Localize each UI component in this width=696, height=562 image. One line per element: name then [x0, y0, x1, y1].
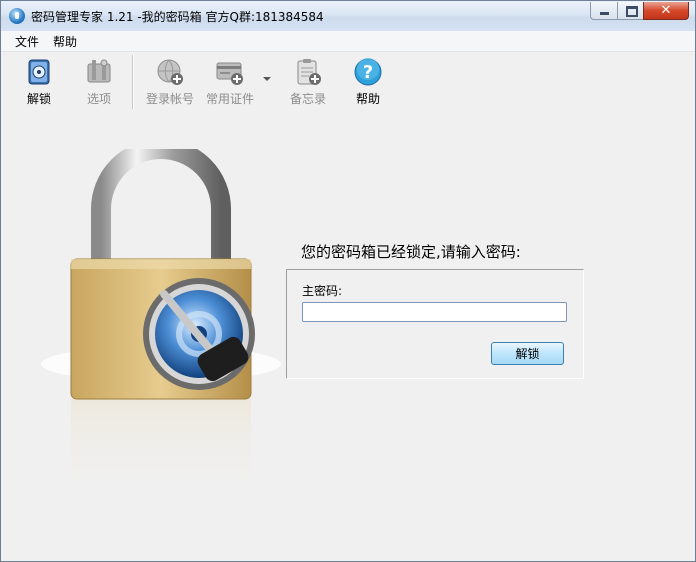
documents-tool-button[interactable]: 常用证件: [200, 52, 260, 110]
dropdown-arrow-icon[interactable]: [263, 77, 271, 81]
tools-icon: [87, 59, 111, 83]
password-label: 主密码:: [302, 284, 343, 298]
window-title: 密码管理专家 1.21 -我的密码箱 官方Q群:181384584: [31, 10, 324, 24]
locked-prompt: 您的密码箱已经锁定,请输入密码:: [301, 243, 521, 261]
close-icon: ✕: [660, 3, 672, 18]
globe-add-icon: [157, 59, 183, 85]
login-panel: 主密码: 解锁: [286, 269, 584, 379]
menu-bar: 文件 帮助: [1, 31, 695, 52]
toolbar: 解锁 选项 登录帐号 常用证件 备忘录 ? 帮助: [1, 52, 695, 112]
app-window: 密码管理专家 1.21 -我的密码箱 官方Q群:181384584 ✕ 文件 帮…: [0, 0, 696, 562]
help-tool-button[interactable]: ? 帮助: [338, 52, 398, 110]
toolbar-separator: [132, 55, 134, 109]
safe-icon: [28, 59, 50, 85]
documents-tool-label: 常用证件: [205, 92, 254, 106]
menu-file[interactable]: 文件: [13, 33, 41, 50]
login-account-tool-button[interactable]: 登录帐号: [140, 52, 200, 110]
card-add-icon: [216, 62, 243, 85]
help-icon: ?: [354, 58, 382, 86]
unlock-tool-button[interactable]: 解锁: [9, 52, 69, 110]
help-tool-label: 帮助: [355, 92, 380, 106]
login-account-tool-label: 登录帐号: [145, 92, 194, 106]
unlock-button[interactable]: 解锁: [491, 342, 564, 365]
memo-tool-label: 备忘录: [289, 92, 326, 106]
master-password-input[interactable]: [302, 302, 567, 322]
app-logo-icon: [9, 8, 25, 24]
options-tool-label: 选项: [86, 92, 111, 106]
title-bar[interactable]: 密码管理专家 1.21 -我的密码箱 官方Q群:181384584 ✕: [1, 1, 695, 31]
close-button[interactable]: ✕: [643, 2, 689, 20]
padlock-illustration: [41, 149, 281, 499]
unlock-tool-label: 解锁: [26, 92, 51, 106]
main-content: 您的密码箱已经锁定,请输入密码: 主密码: 解锁: [1, 113, 695, 561]
menu-help[interactable]: 帮助: [51, 33, 79, 50]
memo-tool-button[interactable]: 备忘录: [278, 52, 338, 110]
svg-text:?: ?: [363, 62, 373, 83]
clipboard-add-icon: [297, 59, 321, 85]
maximize-button[interactable]: [617, 2, 644, 20]
minimize-button[interactable]: [590, 2, 618, 20]
options-tool-button[interactable]: 选项: [69, 52, 129, 110]
